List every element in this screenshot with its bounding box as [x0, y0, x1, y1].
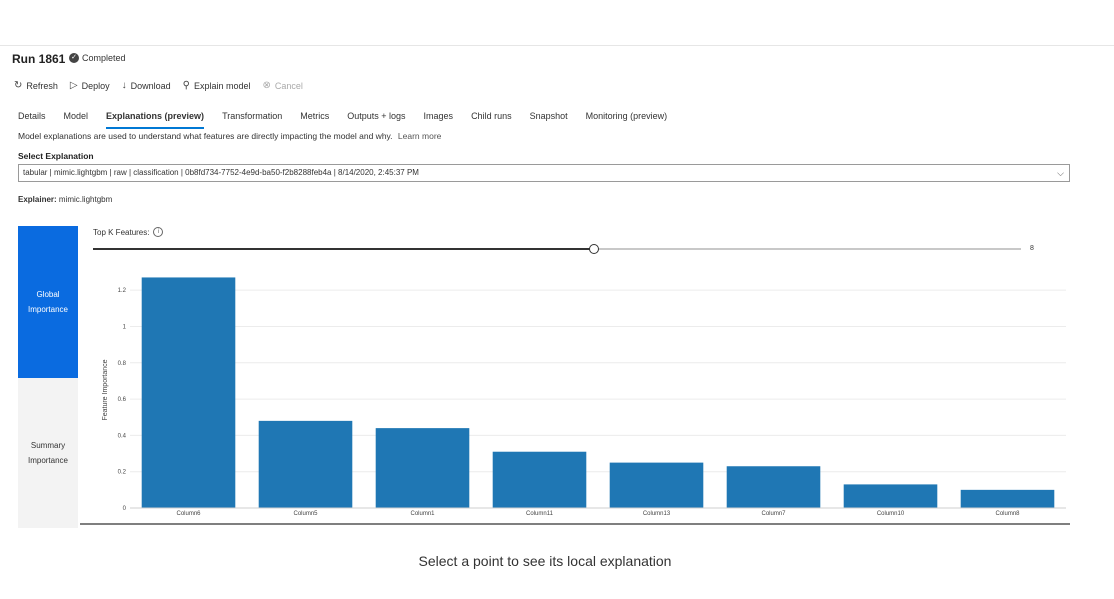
y-tick-label: 0.2 — [118, 470, 127, 476]
x-tick-label: Column10 — [877, 511, 905, 517]
x-tick-label: Column13 — [643, 511, 671, 517]
bar[interactable] — [375, 428, 470, 508]
bar[interactable] — [609, 462, 704, 508]
y-tick-label: 0.6 — [118, 397, 127, 403]
y-tick-label: 1 — [123, 324, 127, 330]
x-tick-label: Column5 — [293, 511, 318, 517]
bar[interactable] — [141, 277, 236, 508]
x-tick-label: Column7 — [761, 511, 786, 517]
x-tick-label: Column1 — [410, 511, 435, 517]
y-tick-label: 1.2 — [118, 288, 127, 294]
y-axis-label: Feature Importance — [102, 359, 109, 420]
x-tick-label: Column8 — [995, 511, 1020, 517]
y-tick-label: 0 — [123, 506, 127, 512]
bar[interactable] — [726, 466, 821, 508]
bar[interactable] — [960, 489, 1055, 508]
run-page: Run 1861 ✓ Completed ↻ Refresh ▷ Deploy … — [0, 0, 1114, 599]
x-tick-label: Column6 — [176, 511, 201, 517]
local-explanation-message: Select a point to see its local explanat… — [418, 553, 672, 569]
y-tick-label: 0.8 — [118, 361, 127, 367]
bar[interactable] — [843, 484, 938, 508]
bar[interactable] — [258, 420, 353, 508]
bar[interactable] — [492, 451, 587, 508]
y-tick-label: 0.4 — [118, 433, 127, 439]
feature-importance-chart: 0 0.2 0.4 0.6 0.8 1 1.2 Feature Importance Colum… — [80, 277, 1070, 525]
x-tick-label: Column11 — [526, 511, 554, 517]
